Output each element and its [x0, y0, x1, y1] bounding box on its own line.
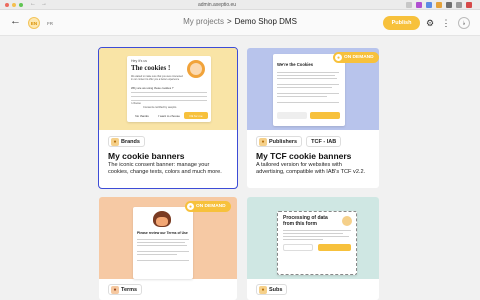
breadcrumb-parent[interactable]: My projects — [183, 17, 224, 26]
breadcrumb-current: Demo Shop DMS — [234, 17, 297, 26]
card-preview: Please review our Terms of Use ● ON DEMA… — [99, 197, 237, 279]
card-subs[interactable]: Processing of data from this form ● Subs — [247, 197, 379, 300]
subs-mascot-icon — [342, 216, 352, 226]
mock-heading: Please review our Terms of Use — [137, 231, 188, 235]
badge-label: Publishers — [269, 138, 298, 145]
lock-icon: ● — [335, 54, 342, 61]
maximize-window-dot[interactable] — [19, 3, 23, 7]
publisher-icon: ● — [259, 137, 267, 146]
badge-label: TCF - IAB — [311, 138, 337, 145]
bell-icon[interactable]: ♭ — [458, 17, 470, 29]
badge-label: Brands — [121, 138, 140, 145]
card-badges: ● Subs — [256, 284, 288, 295]
mock-body: We waited to make sure that you were int… — [131, 75, 183, 81]
card-cookie-banners[interactable]: Hey it's us The cookies ! We waited to m… — [98, 47, 238, 189]
on-demand-badge: ● ON DEMAND — [333, 52, 379, 63]
terms-banner-mock: Please review our Terms of Use — [133, 207, 193, 279]
badge-tcf: TCF - IAB — [306, 136, 342, 147]
mock-primary-button — [318, 244, 351, 251]
address-bar[interactable]: admin.axeptio.eu — [198, 2, 236, 8]
mock-heading: The cookies ! — [131, 64, 171, 72]
publish-button[interactable]: Publish — [383, 16, 420, 30]
browser-back-icon[interactable]: ← — [30, 1, 36, 7]
card-description: A tailored version for websites with adv… — [256, 162, 366, 176]
card-badges: ● Publishers TCF - IAB — [256, 136, 342, 147]
subs-icon: ● — [259, 285, 267, 294]
breadcrumb-separator: > — [226, 17, 232, 26]
extension-icon[interactable] — [416, 2, 422, 8]
subs-form-mock: Processing of data from this form — [277, 211, 357, 275]
on-demand-badge: ● ON DEMAND — [185, 201, 231, 212]
card-preview: Processing of data from this form — [247, 197, 379, 279]
mock-ok-button: Ok for me — [184, 112, 208, 119]
badge-label: Terms — [121, 286, 138, 293]
terms-icon: ● — [111, 285, 119, 294]
badge-label: Subs — [269, 286, 283, 293]
card-badges: ● Brands — [108, 136, 145, 147]
mock-link: I choose — [131, 102, 141, 105]
mock-choose-button: I want to choose — [158, 113, 180, 118]
extension-icon[interactable] — [446, 2, 452, 8]
badge-brands: ● Brands — [108, 136, 145, 147]
cookie-mascot-icon — [187, 60, 205, 78]
badge-terms: ● Terms — [108, 284, 143, 295]
extensions-bar — [406, 2, 472, 8]
extension-icon[interactable] — [466, 2, 472, 8]
card-title: My cookie banners — [108, 151, 185, 161]
badge-subs: ● Subs — [256, 284, 288, 295]
cookie-banner-mock: Hey it's us The cookies ! We waited to m… — [127, 56, 211, 122]
mock-heading: Processing of data from this form — [283, 215, 328, 227]
lock-icon: ● — [187, 203, 194, 210]
badge-publishers: ● Publishers — [256, 136, 303, 147]
mock-footer: Consents certified by axeptio — [143, 106, 177, 109]
extension-icon[interactable] — [426, 2, 432, 8]
mock-secondary-button — [283, 244, 313, 251]
extension-icon[interactable] — [456, 2, 462, 8]
card-badges: ● Terms — [108, 284, 143, 295]
card-terms[interactable]: Please review our Terms of Use ● ON DEMA… — [99, 197, 237, 300]
browser-nav: ← → — [30, 1, 47, 7]
card-preview: Hey it's us The cookies ! We waited to m… — [99, 48, 237, 130]
close-window-dot[interactable] — [5, 3, 9, 7]
on-demand-label: ON DEMAND — [196, 204, 226, 209]
browser-forward-icon[interactable]: → — [41, 1, 47, 7]
mock-secondary-button — [277, 112, 307, 119]
mock-heading: We're the Cookies — [277, 62, 314, 67]
extension-icon[interactable] — [436, 2, 442, 8]
browser-chrome: ← → admin.axeptio.eu — [0, 0, 480, 10]
mock-greeting: Hey it's us — [131, 59, 148, 63]
card-tcf-banners[interactable]: We're the Cookies ● ON DEMAND ● Publishe… — [247, 48, 379, 188]
terms-mascot-icon — [153, 211, 171, 227]
card-title: My TCF cookie banners — [256, 151, 352, 161]
card-preview: We're the Cookies ● ON DEMAND — [247, 48, 379, 130]
app-header: ← EN FR My projects > Demo Shop DMS Publis… — [0, 10, 480, 36]
more-options-icon[interactable]: ⋮ — [440, 17, 452, 29]
window-controls — [5, 3, 23, 7]
cookie-icon: ● — [111, 137, 119, 146]
minimize-window-dot[interactable] — [12, 3, 16, 7]
extension-icon[interactable] — [406, 2, 412, 8]
mock-no-button: No thanks — [135, 113, 149, 118]
on-demand-label: ON DEMAND — [344, 55, 374, 60]
tcf-banner-mock: We're the Cookies — [273, 54, 345, 126]
mock-question: Why are we using these cookies ? — [131, 86, 174, 90]
card-description: The iconic consent banner: manage your c… — [108, 162, 222, 176]
mock-primary-button — [310, 112, 340, 119]
gear-icon[interactable]: ⚙ — [424, 17, 436, 29]
